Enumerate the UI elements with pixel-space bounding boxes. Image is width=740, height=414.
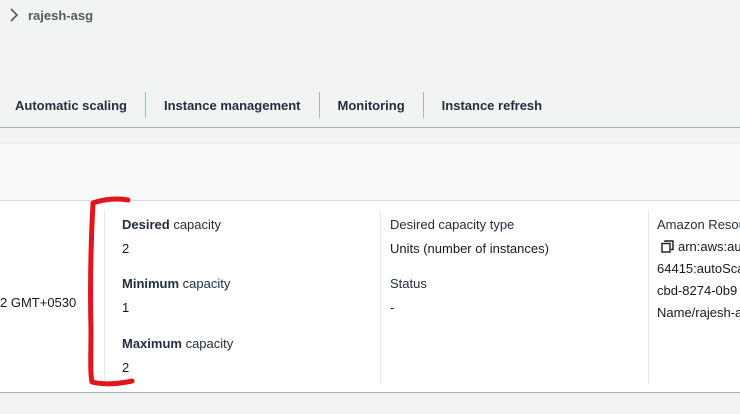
tab-automatic-scaling[interactable]: Automatic scaling bbox=[0, 92, 145, 118]
minimum-capacity-value: 1 bbox=[122, 300, 130, 315]
arn-field: Amazon Resou bbox=[657, 217, 740, 232]
chevron-right-icon[interactable] bbox=[8, 7, 20, 23]
status-field: Status - bbox=[390, 276, 427, 315]
auto-scaling-group-page: rajesh-asg Automatic scaling Instance ma… bbox=[0, 0, 740, 414]
column-divider bbox=[648, 211, 649, 383]
minimum-capacity-label: Minimum capacity bbox=[122, 276, 231, 291]
tab-divider-line bbox=[0, 127, 740, 128]
section-header-band bbox=[0, 143, 740, 200]
column-divider bbox=[104, 211, 105, 383]
maximum-capacity-value: 2 bbox=[122, 360, 130, 375]
arn-value-line: arn:aws:aut bbox=[661, 239, 740, 256]
arn-value-line: cbd-8274-0b9 bbox=[657, 283, 738, 298]
column-divider bbox=[380, 211, 381, 383]
maximum-capacity-label: Maximum capacity bbox=[122, 336, 234, 351]
status-label: Status bbox=[390, 276, 427, 291]
desired-capacity-label: Desired capacity bbox=[122, 217, 222, 232]
breadcrumb-asg-name[interactable]: rajesh-asg bbox=[28, 8, 93, 23]
arn-value-line: Name/rajesh-a bbox=[657, 305, 740, 320]
created-time-value: 2 GMT+0530 bbox=[0, 295, 77, 310]
desired-capacity-field: Desired capacity 2 bbox=[122, 217, 221, 256]
group-details-panel: 2 GMT+0530 Desired capacity 2 Minimum ca… bbox=[0, 200, 740, 393]
desired-capacity-type-field: Desired capacity type Units (number of i… bbox=[390, 217, 549, 256]
copy-icon[interactable] bbox=[661, 240, 674, 256]
tab-instance-management[interactable]: Instance management bbox=[144, 92, 319, 118]
tab-instance-refresh[interactable]: Instance refresh bbox=[422, 92, 560, 118]
arn-label: Amazon Resou bbox=[657, 217, 740, 232]
arn-value-line: 64415:autoSca bbox=[657, 261, 740, 276]
desired-capacity-value: 2 bbox=[122, 241, 130, 256]
breadcrumb[interactable]: rajesh-asg bbox=[8, 4, 93, 26]
tab-bar: Automatic scaling Instance management Mo… bbox=[0, 84, 740, 126]
minimum-capacity-field: Minimum capacity 1 bbox=[122, 276, 230, 315]
status-value: - bbox=[390, 300, 395, 315]
maximum-capacity-field: Maximum capacity 2 bbox=[122, 336, 233, 375]
desired-capacity-type-value: Units (number of instances) bbox=[390, 241, 549, 256]
desired-capacity-type-label: Desired capacity type bbox=[390, 217, 515, 232]
tab-monitoring[interactable]: Monitoring bbox=[318, 92, 423, 118]
